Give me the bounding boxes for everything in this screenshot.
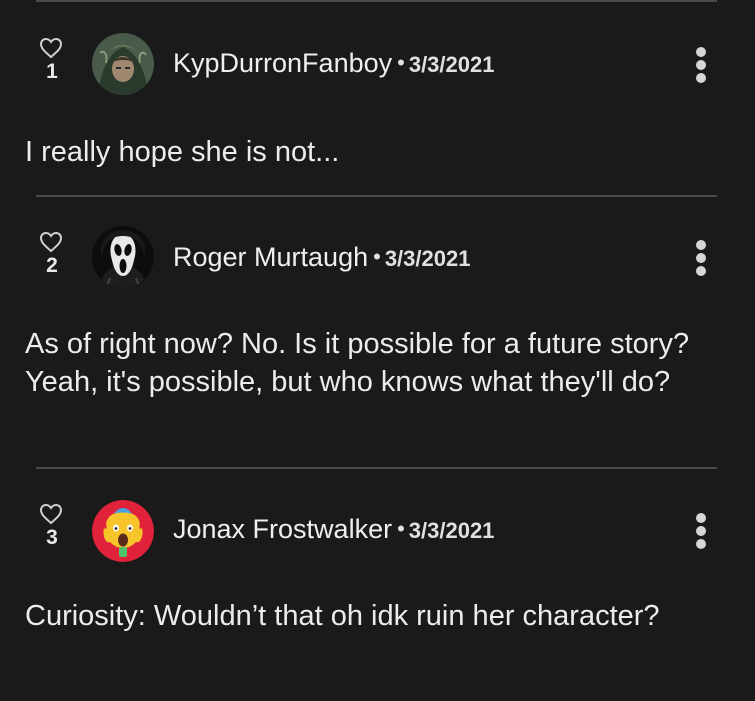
- vertical-ellipsis-icon: [696, 47, 706, 57]
- hooded-figure-avatar-icon: [92, 33, 154, 95]
- author-line: Roger Murtaugh • 3/3/2021: [173, 242, 470, 273]
- like-count: 2: [46, 254, 58, 277]
- heart-outline-icon: [39, 37, 63, 59]
- avatar[interactable]: [92, 500, 154, 562]
- author-line: Jonax Frostwalker • 3/3/2021: [173, 514, 494, 545]
- comment-date: 3/3/2021: [408, 518, 495, 543]
- more-options-button[interactable]: [691, 513, 711, 552]
- ghostface-mask-avatar-icon: [92, 226, 154, 288]
- more-options-button[interactable]: [691, 240, 711, 279]
- avatar[interactable]: [92, 226, 154, 288]
- separator-dot: •: [397, 516, 405, 541]
- avatar[interactable]: [92, 33, 154, 95]
- comment-date: 3/3/2021: [384, 246, 471, 271]
- author-name[interactable]: Jonax Frostwalker: [173, 514, 392, 544]
- author-line: KypDurronFanboy • 3/3/2021: [173, 48, 494, 79]
- screaming-emoji-avatar-icon: [92, 500, 154, 562]
- comment-divider: [36, 0, 717, 2]
- like-button[interactable]: 2: [36, 231, 66, 277]
- like-button[interactable]: 1: [36, 37, 66, 83]
- author-name[interactable]: Roger Murtaugh: [173, 242, 368, 272]
- heart-outline-icon: [39, 231, 63, 253]
- separator-dot: •: [397, 50, 405, 75]
- like-button[interactable]: 3: [36, 503, 66, 549]
- comment-text: I really hope she is not...: [25, 136, 340, 168]
- comment-divider: [36, 195, 717, 197]
- like-count: 1: [46, 60, 58, 83]
- more-options-button[interactable]: [691, 47, 711, 86]
- vertical-ellipsis-icon: [696, 513, 706, 523]
- comment-divider: [36, 467, 717, 469]
- comment-text: As of right now? No. Is it possible for …: [25, 328, 690, 398]
- comment-date: 3/3/2021: [408, 52, 495, 77]
- heart-outline-icon: [39, 503, 63, 525]
- comment-text: Curiosity: Wouldn’t that oh idk ruin her…: [25, 600, 660, 632]
- like-count: 3: [46, 526, 58, 549]
- vertical-ellipsis-icon: [696, 240, 706, 250]
- separator-dot: •: [373, 244, 381, 269]
- author-name[interactable]: KypDurronFanboy: [173, 48, 392, 78]
